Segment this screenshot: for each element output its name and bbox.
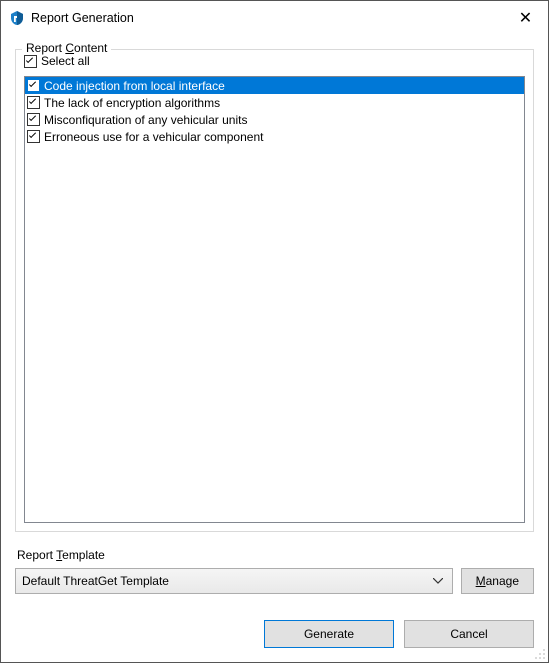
list-item[interactable]: Erroneous use for a vehicular component bbox=[25, 128, 524, 145]
report-template-label: Report Template bbox=[15, 548, 534, 562]
list-item-checkbox[interactable] bbox=[27, 113, 40, 126]
list-item[interactable]: The lack of encryption algorithms bbox=[25, 94, 524, 111]
list-item-label: Code injection from local interface bbox=[44, 79, 522, 93]
resize-grip-icon[interactable] bbox=[534, 648, 546, 660]
list-item[interactable]: Code injection from local interface bbox=[25, 77, 524, 94]
titlebar: Report Generation ✕ bbox=[1, 1, 548, 35]
select-all-checkbox[interactable] bbox=[24, 55, 37, 68]
report-content-group: Report Content Select all Code injection… bbox=[15, 49, 534, 532]
dialog-report-generation: Report Generation ✕ Report Content Selec… bbox=[0, 0, 549, 663]
manage-button[interactable]: Manage bbox=[461, 568, 534, 594]
template-selected-value: Default ThreatGet Template bbox=[22, 574, 430, 588]
report-content-label: Report Content bbox=[22, 41, 111, 55]
close-button[interactable]: ✕ bbox=[503, 3, 548, 33]
select-all-row[interactable]: Select all bbox=[24, 54, 90, 68]
report-template-section: Report Template Default ThreatGet Templa… bbox=[15, 548, 534, 594]
cancel-button[interactable]: Cancel bbox=[404, 620, 534, 648]
list-item-checkbox[interactable] bbox=[27, 96, 40, 109]
select-all-label: Select all bbox=[41, 54, 90, 68]
action-buttons-row: Generate Cancel bbox=[15, 620, 534, 648]
list-item-label: The lack of encryption algorithms bbox=[44, 96, 522, 110]
list-item[interactable]: Misconfiquration of any vehicular units bbox=[25, 111, 524, 128]
dialog-body: Report Content Select all Code injection… bbox=[1, 35, 548, 662]
close-icon: ✕ bbox=[519, 8, 532, 28]
app-icon bbox=[9, 10, 25, 26]
list-item-checkbox[interactable] bbox=[27, 130, 40, 143]
list-item-label: Misconfiquration of any vehicular units bbox=[44, 113, 522, 127]
generate-button[interactable]: Generate bbox=[264, 620, 394, 648]
window-title: Report Generation bbox=[31, 11, 503, 25]
list-item-checkbox[interactable] bbox=[27, 79, 40, 92]
content-items-listbox[interactable]: Code injection from local interface The l… bbox=[24, 76, 525, 523]
list-item-label: Erroneous use for a vehicular component bbox=[44, 130, 522, 144]
template-combobox[interactable]: Default ThreatGet Template bbox=[15, 568, 453, 594]
chevron-down-icon bbox=[430, 576, 446, 587]
